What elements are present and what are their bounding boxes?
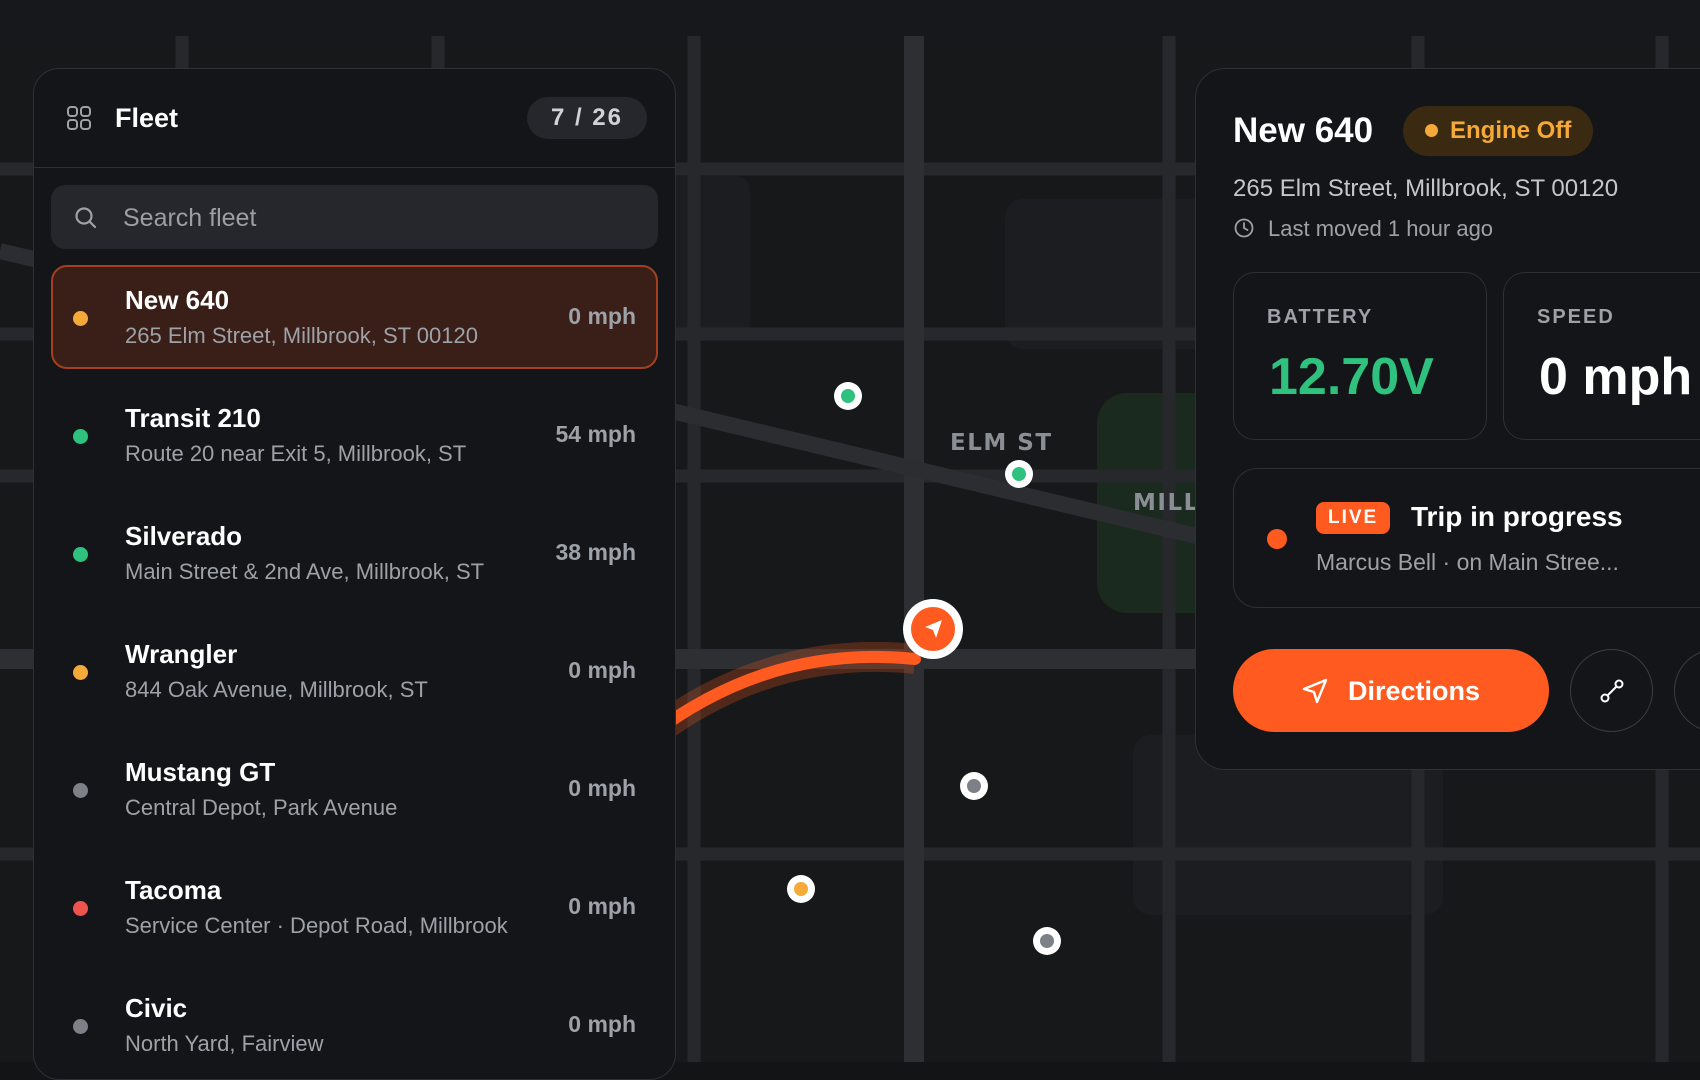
vehicle-title: New 640 [1233, 111, 1374, 150]
fleet-title: Fleet [115, 103, 179, 133]
status-dot [73, 311, 88, 326]
engine-status-label: Engine Off [1450, 117, 1572, 144]
vehicle-name: Tacoma [125, 875, 222, 905]
fleet-header: Fleet 7 / 26 [34, 69, 675, 168]
vehicle-speed: 0 mph [568, 893, 636, 919]
vehicle-item[interactable]: Silverado Main Street & 2nd Ave, Millbro… [51, 501, 658, 605]
status-dot [73, 1019, 88, 1034]
vehicle-name: Transit 210 [125, 403, 261, 433]
more-button[interactable] [1674, 649, 1700, 732]
vehicle-detail-panel: New 640 Engine Off 265 Elm Street, Millb… [1195, 68, 1700, 770]
trip-subtitle: Marcus Bell · on Main Stree... [1316, 549, 1619, 575]
vehicle-address: Route 20 near Exit 5, Millbrook, ST [125, 441, 467, 466]
battery-value: 12.70V [1269, 348, 1434, 406]
street-label-mill: MILL [1133, 490, 1200, 516]
vehicle-name: Mustang GT [125, 757, 276, 787]
vehicle-item[interactable]: Transit 210 Route 20 near Exit 5, Millbr… [51, 383, 658, 487]
search-input[interactable] [121, 185, 645, 251]
speed-card: SPEED 0 mph [1503, 272, 1700, 440]
vehicle-speed: 0 mph [568, 1011, 636, 1037]
map-marker-green[interactable] [1005, 460, 1033, 488]
route-icon [1600, 679, 1624, 703]
vehicle-item[interactable]: Wrangler 844 Oak Avenue, Millbrook, ST 0… [51, 619, 658, 723]
engine-status-badge: Engine Off [1403, 106, 1594, 156]
vehicle-address: 265 Elm Street, Millbrook, ST 00120 [125, 323, 478, 348]
vehicle-name: New 640 [125, 285, 230, 315]
vehicle-list: New 640 265 Elm Street, Millbrook, ST 00… [51, 265, 658, 1079]
trip-title: Trip in progress [1411, 501, 1623, 532]
vehicle-name: Wrangler [125, 639, 238, 669]
status-dot [73, 901, 88, 916]
vehicle-address: Main Street & 2nd Ave, Millbrook, ST [125, 559, 485, 584]
fleet-panel: Fleet 7 / 26 New 640 265 Elm Street, Mil… [33, 68, 676, 1080]
search-icon [75, 207, 97, 229]
vehicle-speed: 0 mph [568, 303, 636, 329]
directions-label: Directions [1348, 676, 1481, 706]
directions-button[interactable]: Directions [1233, 649, 1549, 732]
vehicle-name: Silverado [125, 521, 243, 551]
status-dot [73, 665, 88, 680]
map-marker-green[interactable] [834, 382, 862, 410]
map-marker-gray[interactable] [960, 772, 988, 800]
vehicle-item[interactable]: Mustang GT Central Depot, Park Avenue 0 … [51, 737, 658, 841]
vehicle-item[interactable]: New 640 265 Elm Street, Millbrook, ST 00… [51, 265, 658, 369]
vehicle-name: Civic [125, 993, 188, 1023]
status-dot [73, 429, 88, 444]
battery-card: BATTERY 12.70V [1233, 272, 1487, 440]
speed-label: SPEED [1537, 306, 1615, 328]
vehicle-speed: 0 mph [568, 775, 636, 801]
fleet-count-badge: 7 / 26 [526, 97, 647, 139]
speed-value: 0 mph [1539, 348, 1693, 406]
status-dot [73, 547, 88, 562]
top-bar [0, 0, 1700, 38]
vehicle-speed: 54 mph [555, 421, 636, 447]
map-marker-amber[interactable] [787, 875, 815, 903]
vehicle-address: North Yard, Fairview [125, 1031, 324, 1056]
last-moved-text: Last moved 1 hour ago [1268, 216, 1494, 241]
vehicle-address: 265 Elm Street, Millbrook, ST 00120 [1233, 175, 1619, 202]
live-badge: LIVE [1316, 502, 1391, 534]
trip-card[interactable]: LIVE Trip in progress Marcus Bell · on M… [1233, 468, 1700, 608]
selected-vehicle-marker[interactable] [903, 599, 963, 659]
vehicle-item[interactable]: Tacoma Service Center · Depot Road, Mill… [51, 855, 658, 959]
vehicle-speed: 0 mph [568, 657, 636, 683]
live-indicator-dot [1267, 529, 1287, 549]
vehicle-address: Central Depot, Park Avenue [125, 795, 398, 820]
battery-label: BATTERY [1267, 306, 1374, 328]
vehicle-item[interactable]: Civic North Yard, Fairview 0 mph [51, 973, 658, 1077]
route-button[interactable] [1570, 649, 1653, 732]
vehicle-address: 844 Oak Avenue, Millbrook, ST [125, 677, 428, 702]
status-dot [73, 783, 88, 798]
navigation-arrow-icon [1302, 678, 1328, 704]
engine-status-dot [1425, 124, 1438, 137]
map-marker-gray[interactable] [1033, 927, 1061, 955]
search-box[interactable] [51, 185, 658, 251]
vehicle-speed: 38 mph [555, 539, 636, 565]
clock-icon [1234, 218, 1254, 238]
street-label-elm: ELM ST [950, 430, 1053, 456]
grid-icon [67, 106, 91, 130]
vehicle-address: Service Center · Depot Road, Millbrook [125, 913, 508, 938]
